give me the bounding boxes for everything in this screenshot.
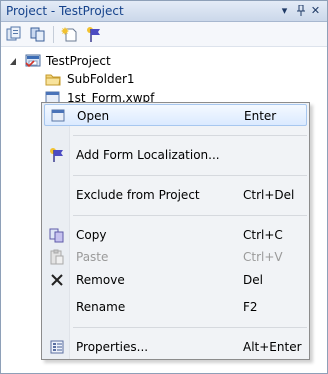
remove-icon: [51, 274, 63, 286]
expanded-arrow-icon[interactable]: [9, 57, 18, 66]
properties-icon: [50, 340, 64, 354]
panel-title: Project - TestProject: [6, 4, 124, 18]
project-icon: [25, 54, 41, 68]
menu-item-label: Paste: [76, 250, 109, 264]
dropdown-icon[interactable]: ▾: [277, 3, 292, 19]
menu-item-exclude-from-project[interactable]: Exclude from Project Ctrl+Del: [44, 184, 307, 206]
paste-icon: [50, 249, 64, 265]
show-all-files-icon[interactable]: [5, 25, 25, 44]
menu-item-add-form-localization[interactable]: Add Form Localization...: [44, 144, 307, 166]
menu-item-copy[interactable]: Copy Ctrl+C: [44, 224, 307, 246]
menu-item-label: Properties...: [76, 340, 149, 354]
menu-item-label: Remove: [76, 273, 125, 287]
pin-icon[interactable]: [293, 3, 308, 19]
panel-toolbar: [1, 22, 327, 47]
menu-item-paste: Paste Ctrl+V: [44, 246, 307, 268]
menu-separator: [73, 215, 307, 216]
context-menu: Open Enter Add Form Localization... Excl…: [41, 102, 310, 360]
menu-item-remove[interactable]: Remove Del: [44, 269, 307, 291]
menu-item-open[interactable]: Open Enter: [44, 104, 307, 126]
open-icon: [51, 109, 65, 122]
menu-separator: [73, 175, 307, 176]
menu-item-shortcut: Ctrl+Del: [243, 188, 295, 202]
copy-icon: [49, 228, 64, 243]
menu-item-label: Copy: [76, 228, 107, 242]
new-item-icon[interactable]: [61, 25, 81, 44]
tree-node-folder[interactable]: SubFolder1: [45, 70, 245, 88]
tree-node-project[interactable]: TestProject: [9, 52, 209, 70]
toolbar-separator: [53, 26, 54, 43]
menu-item-shortcut: Del: [243, 273, 263, 287]
menu-item-shortcut: Ctrl+C: [243, 228, 283, 242]
menu-item-label: Exclude from Project: [76, 188, 200, 202]
menu-item-properties[interactable]: Properties... Alt+Enter: [44, 336, 307, 358]
menu-item-shortcut: Alt+Enter: [243, 340, 302, 354]
menu-item-rename[interactable]: Rename F2: [44, 296, 307, 318]
folder-name: SubFolder1: [67, 72, 135, 86]
menu-item-shortcut: F2: [243, 300, 258, 314]
project-name: TestProject: [46, 54, 111, 68]
refresh-icon[interactable]: [28, 25, 48, 44]
panel-titlebar: Project - TestProject ▾ ✕: [1, 1, 327, 22]
menu-item-label: Rename: [76, 300, 126, 314]
menu-item-shortcut: Enter: [244, 109, 277, 123]
menu-separator: [73, 327, 307, 328]
menu-item-label: Add Form Localization...: [76, 148, 220, 162]
menu-item-label: Open: [77, 109, 110, 123]
menu-separator: [73, 135, 307, 136]
folder-icon: [45, 74, 61, 86]
menu-item-shortcut: Ctrl+V: [243, 250, 283, 264]
localization-flag-icon[interactable]: [84, 25, 104, 44]
project-panel: Project - TestProject ▾ ✕ TestProject Su…: [0, 0, 328, 374]
flag-icon: [50, 148, 63, 162]
close-icon[interactable]: ✕: [308, 3, 323, 19]
